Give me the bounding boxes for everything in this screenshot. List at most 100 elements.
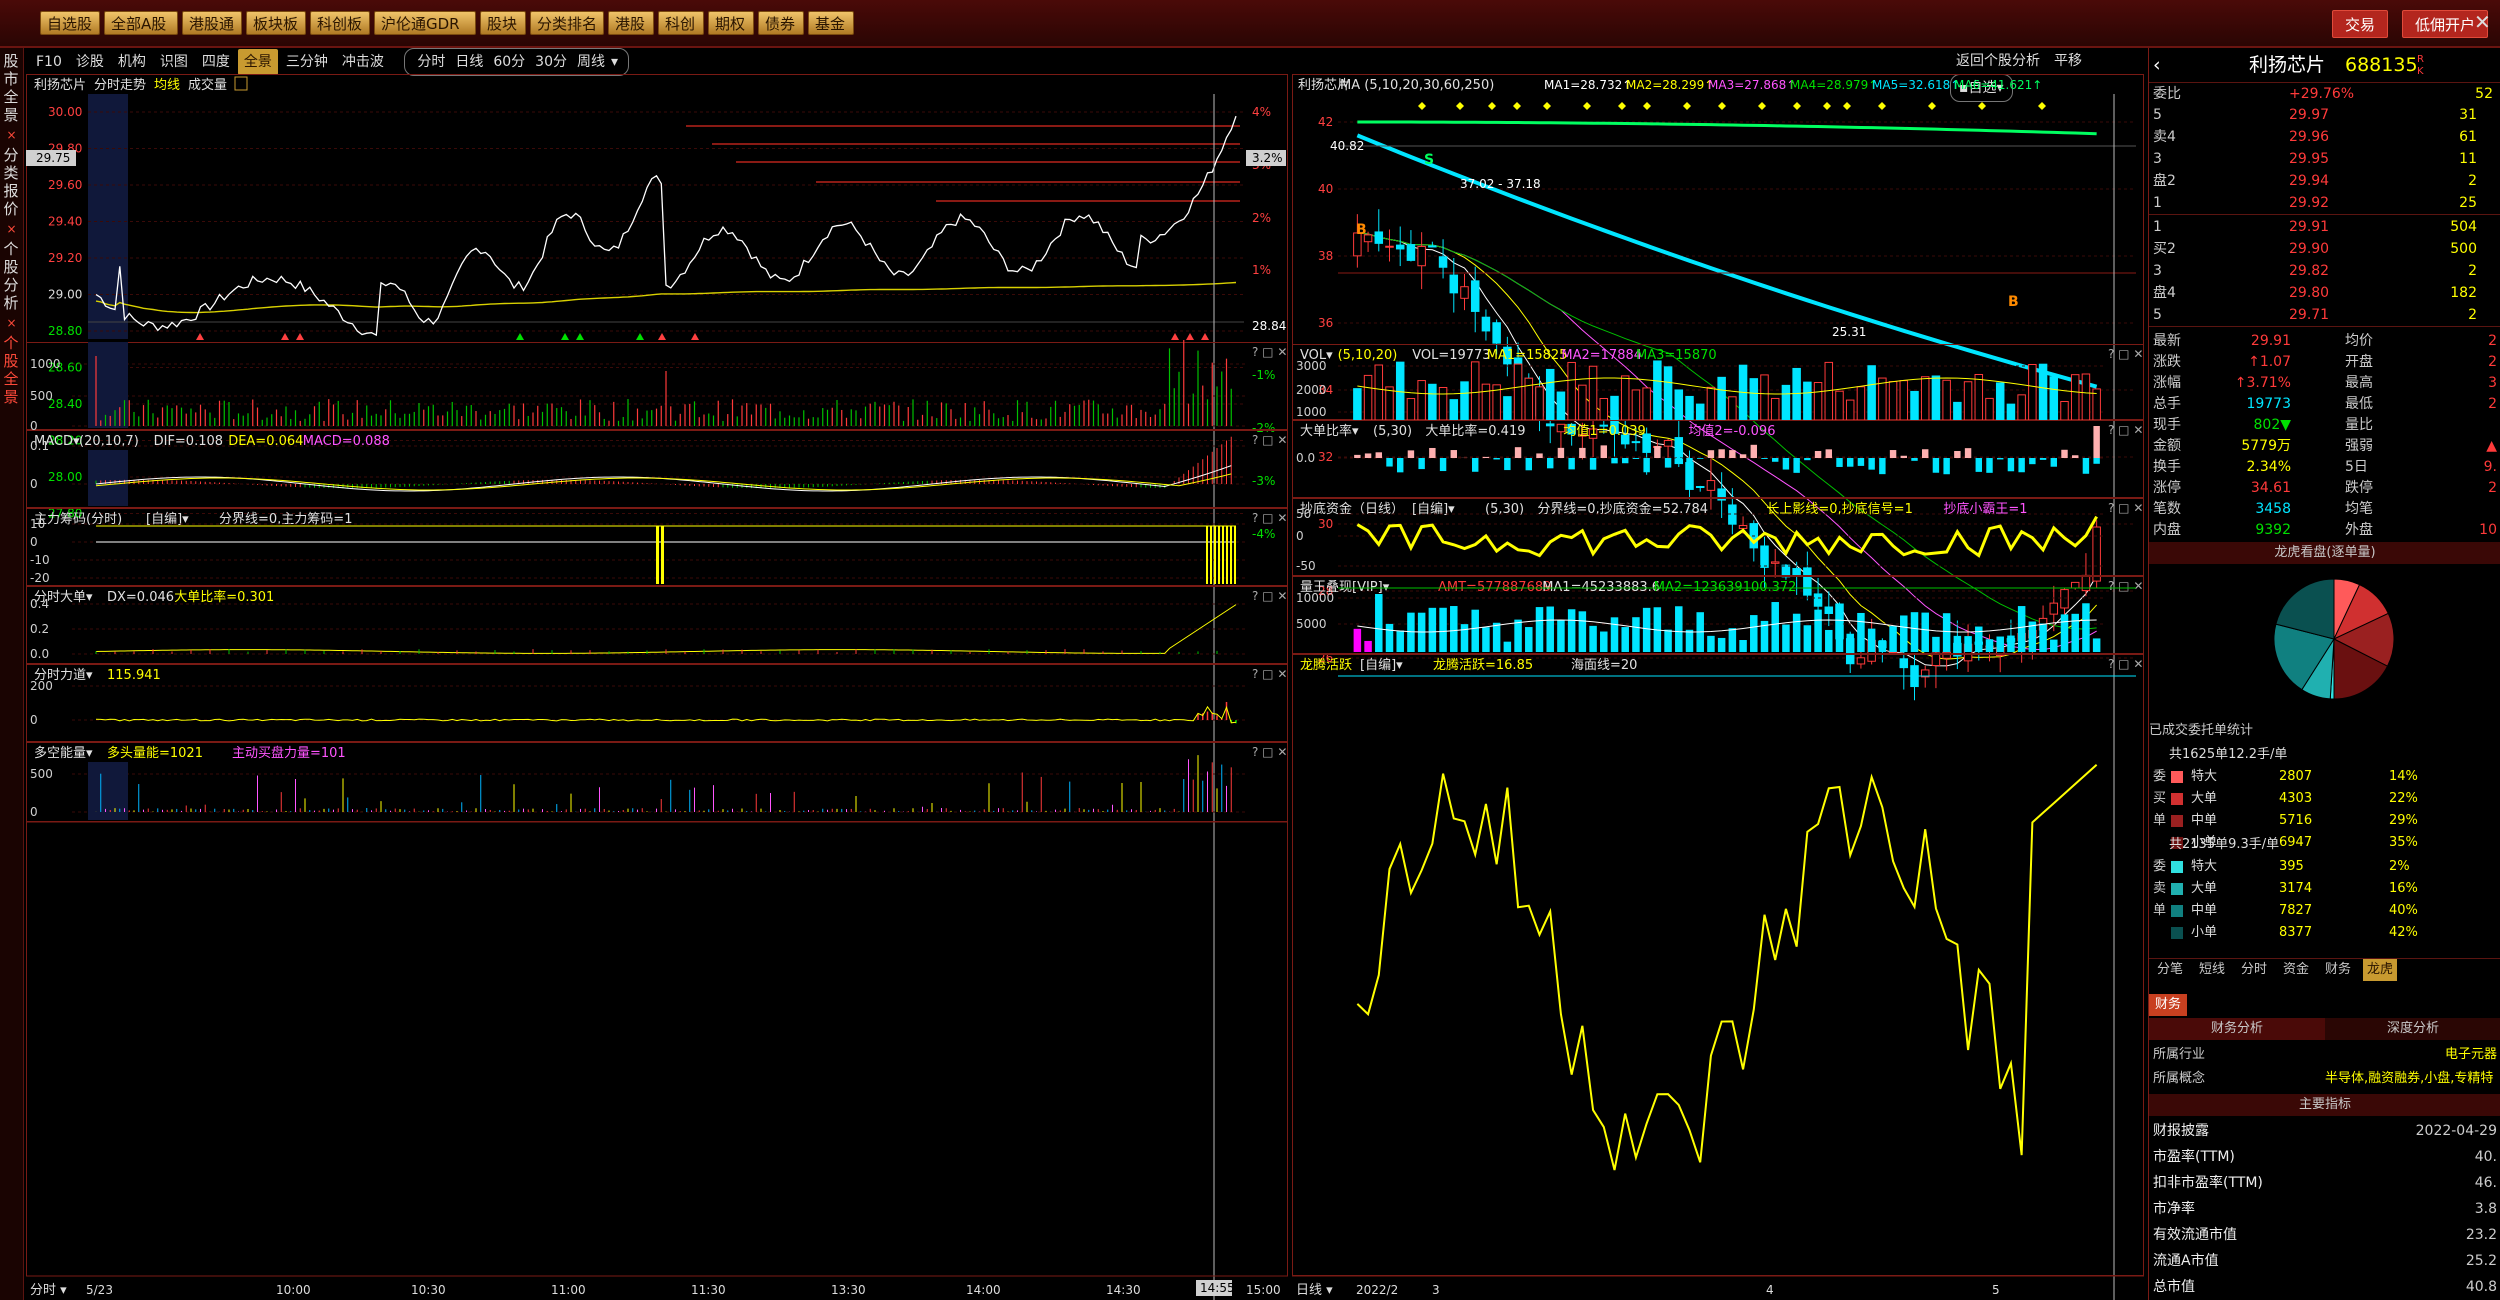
panel-controls-icon[interactable]: ? □ ✕ <box>1252 433 1287 447</box>
panel-title-part[interactable]: 大单比率▾ <box>1300 423 1359 439</box>
panel-title-part[interactable]: 多空能量▾ <box>34 745 93 761</box>
ratio-bar <box>1600 445 1607 458</box>
menu-item[interactable]: 科创板 <box>310 11 370 35</box>
close-icon[interactable]: ✕ <box>2474 10 2491 34</box>
bid-row[interactable]: 买2 29.90 500 <box>2149 238 2500 260</box>
panel-controls-icon[interactable]: ? □ ✕ <box>1252 345 1287 359</box>
quote-tab[interactable]: 资金 <box>2279 959 2313 981</box>
quote-tab[interactable]: 短线 <box>2195 959 2229 981</box>
volume-bar <box>1460 381 1469 421</box>
menu-item[interactable]: 基金 <box>808 11 854 35</box>
stat-value: 2.34% <box>2246 459 2291 475</box>
menu-item[interactable]: 股块 <box>480 11 526 35</box>
trade-button[interactable]: 交易 <box>2332 10 2389 38</box>
sidenav-market[interactable]: 股市全景 <box>0 48 22 128</box>
tab-institution[interactable]: 机构 <box>112 49 152 75</box>
dropdown-icon[interactable] <box>234 76 248 91</box>
intraday-left-button[interactable]: 分时 ▾ <box>30 1283 67 1298</box>
tab-finance[interactable]: 财务 <box>2149 994 2188 1016</box>
panel-controls-icon[interactable]: ? □ ✕ <box>1252 745 1287 759</box>
industry-value: 电子元器 <box>2444 1047 2497 1062</box>
bid-row[interactable]: 1 29.91 504 <box>2149 216 2500 238</box>
ma-value: MA4=28.979↑ <box>1790 78 1878 92</box>
sidenav-quote[interactable]: 分类报价 <box>0 142 22 222</box>
panel-controls-icon[interactable]: ? □ ✕ <box>2108 501 2143 515</box>
price-tick: 29.40 <box>48 215 82 229</box>
pct-tick: -3% <box>1252 474 1275 488</box>
bid-row[interactable]: 盘4 29.80 182 <box>2149 282 2500 304</box>
chevron-down-icon[interactable]: ▾ <box>611 49 618 75</box>
axis-label: 1000 <box>30 357 61 371</box>
date-tick: 2022/2 <box>1356 1283 1398 1297</box>
ask-row[interactable]: 3 29.95 11 <box>2149 148 2500 170</box>
menu-item[interactable]: 自选股 <box>40 11 100 35</box>
daily-left-button[interactable]: 日线 ▾ <box>1296 1283 1333 1298</box>
menu-item[interactable]: 沪伦通GDR <box>374 11 476 35</box>
candle-body <box>1545 423 1555 427</box>
period-daily[interactable]: 日线 <box>451 49 487 75</box>
period-intraday[interactable]: 分时 <box>413 49 449 75</box>
ratio-bar <box>1504 458 1511 471</box>
panel-controls-icon[interactable]: ? □ ✕ <box>2108 657 2143 671</box>
ask-row[interactable]: 1 29.92 25 <box>2149 192 2500 214</box>
period-week[interactable]: 周线 <box>573 49 609 75</box>
tab-pattern[interactable]: 识图 <box>154 49 194 75</box>
order-stat-row: 委特大 2807 14% <box>2153 769 2418 784</box>
menu-item[interactable]: 港股 <box>608 11 654 35</box>
volume-king-bar <box>1932 636 1940 652</box>
menu-item[interactable]: 科创 <box>658 11 704 35</box>
ask-row[interactable]: 盘2 29.94 2 <box>2149 170 2500 192</box>
panel-title-part[interactable]: [自编]▾ <box>1412 502 1455 517</box>
period-60[interactable]: 60分 <box>489 49 529 75</box>
tab-4d[interactable]: 四度 <box>196 49 236 75</box>
quote-tab[interactable]: 财务 <box>2321 959 2355 981</box>
period-30[interactable]: 30分 <box>531 49 571 75</box>
bid-row[interactable]: 5 29.71 2 <box>2149 304 2500 326</box>
volume-king-bar <box>1385 623 1394 652</box>
panel-controls-icon[interactable]: ? □ ✕ <box>1252 667 1287 681</box>
sell-marker: S <box>1424 152 1434 168</box>
volume-king-bar <box>1921 612 1929 652</box>
tab-impact[interactable]: 冲击波 <box>336 49 390 75</box>
panel-title-part[interactable]: [自编]▾ <box>146 512 189 527</box>
bid-row[interactable]: 3 29.82 2 <box>2149 260 2500 282</box>
sidenav-analysis[interactable]: 个股分析 <box>0 236 22 316</box>
panel-controls-icon[interactable]: ? □ ✕ <box>2108 423 2143 437</box>
tab-fullview[interactable]: 全景 <box>237 49 278 75</box>
intraday-chart-area[interactable]: 利扬芯片 分时走势 均线 成交量30.0029.8029.6029.4029.2029… <box>26 74 1290 1300</box>
tab-diagnose[interactable]: 诊股 <box>70 49 110 75</box>
ask-row[interactable]: 卖4 29.96 61 <box>2149 126 2500 148</box>
panel-controls-icon[interactable]: ? □ ✕ <box>2108 347 2143 361</box>
menu-item[interactable]: 债券 <box>758 11 804 35</box>
panel-title-part[interactable]: [自编]▾ <box>1360 658 1403 673</box>
chevron-left-icon[interactable]: ‹ <box>2153 50 2161 80</box>
daily-chart-area[interactable]: 利扬芯片MA (5,10,20,30,60,250) MA1=28.732↑MA2… <box>1292 74 2144 1300</box>
tab-deep-analysis[interactable]: 深度分析 <box>2325 1018 2500 1040</box>
pan-button[interactable]: 平移 <box>2048 48 2088 74</box>
menu-item[interactable]: 期权 <box>708 11 754 35</box>
panel-controls-icon[interactable]: ? □ ✕ <box>1252 511 1287 525</box>
menu-item[interactable]: 分类排名 <box>530 11 604 35</box>
quote-tab[interactable]: 分笔 <box>2153 959 2187 981</box>
stat-value: 19773 <box>2246 396 2291 412</box>
tab-f10[interactable]: F10 <box>30 49 68 75</box>
quote-tab[interactable]: 分时 <box>2237 959 2271 981</box>
candle-body <box>1663 439 1673 447</box>
tab-fin-analysis[interactable]: 财务分析 <box>2149 1018 2325 1040</box>
prev-close: 28.84 <box>1252 319 1286 333</box>
menu-item[interactable]: 全部A股 <box>104 11 178 35</box>
ask-row[interactable]: 5 29.97 31 <box>2149 104 2500 126</box>
axis-label: 2000 <box>1296 383 1327 397</box>
menu-item[interactable]: 港股通 <box>182 11 242 35</box>
quote-tab[interactable]: 龙虎 <box>2363 959 2398 981</box>
sidenav-fullview[interactable]: 个股全景 <box>0 330 22 410</box>
ratio-bar <box>1354 454 1361 458</box>
candle-body <box>1803 567 1812 596</box>
axis-label: 0 <box>30 713 38 727</box>
tab-3min[interactable]: 三分钟 <box>280 49 334 75</box>
intraday-price-panel: 利扬芯片 分时走势 均线 成交量30.0029.8029.6029.4029.2029… <box>26 74 1288 541</box>
menu-item[interactable]: 板块板 <box>246 11 306 35</box>
panel-controls-icon[interactable]: ? □ ✕ <box>2108 579 2143 593</box>
back-analysis-link[interactable]: 返回个股分析 <box>1950 48 2046 74</box>
panel-controls-icon[interactable]: ? □ ✕ <box>1252 589 1287 603</box>
